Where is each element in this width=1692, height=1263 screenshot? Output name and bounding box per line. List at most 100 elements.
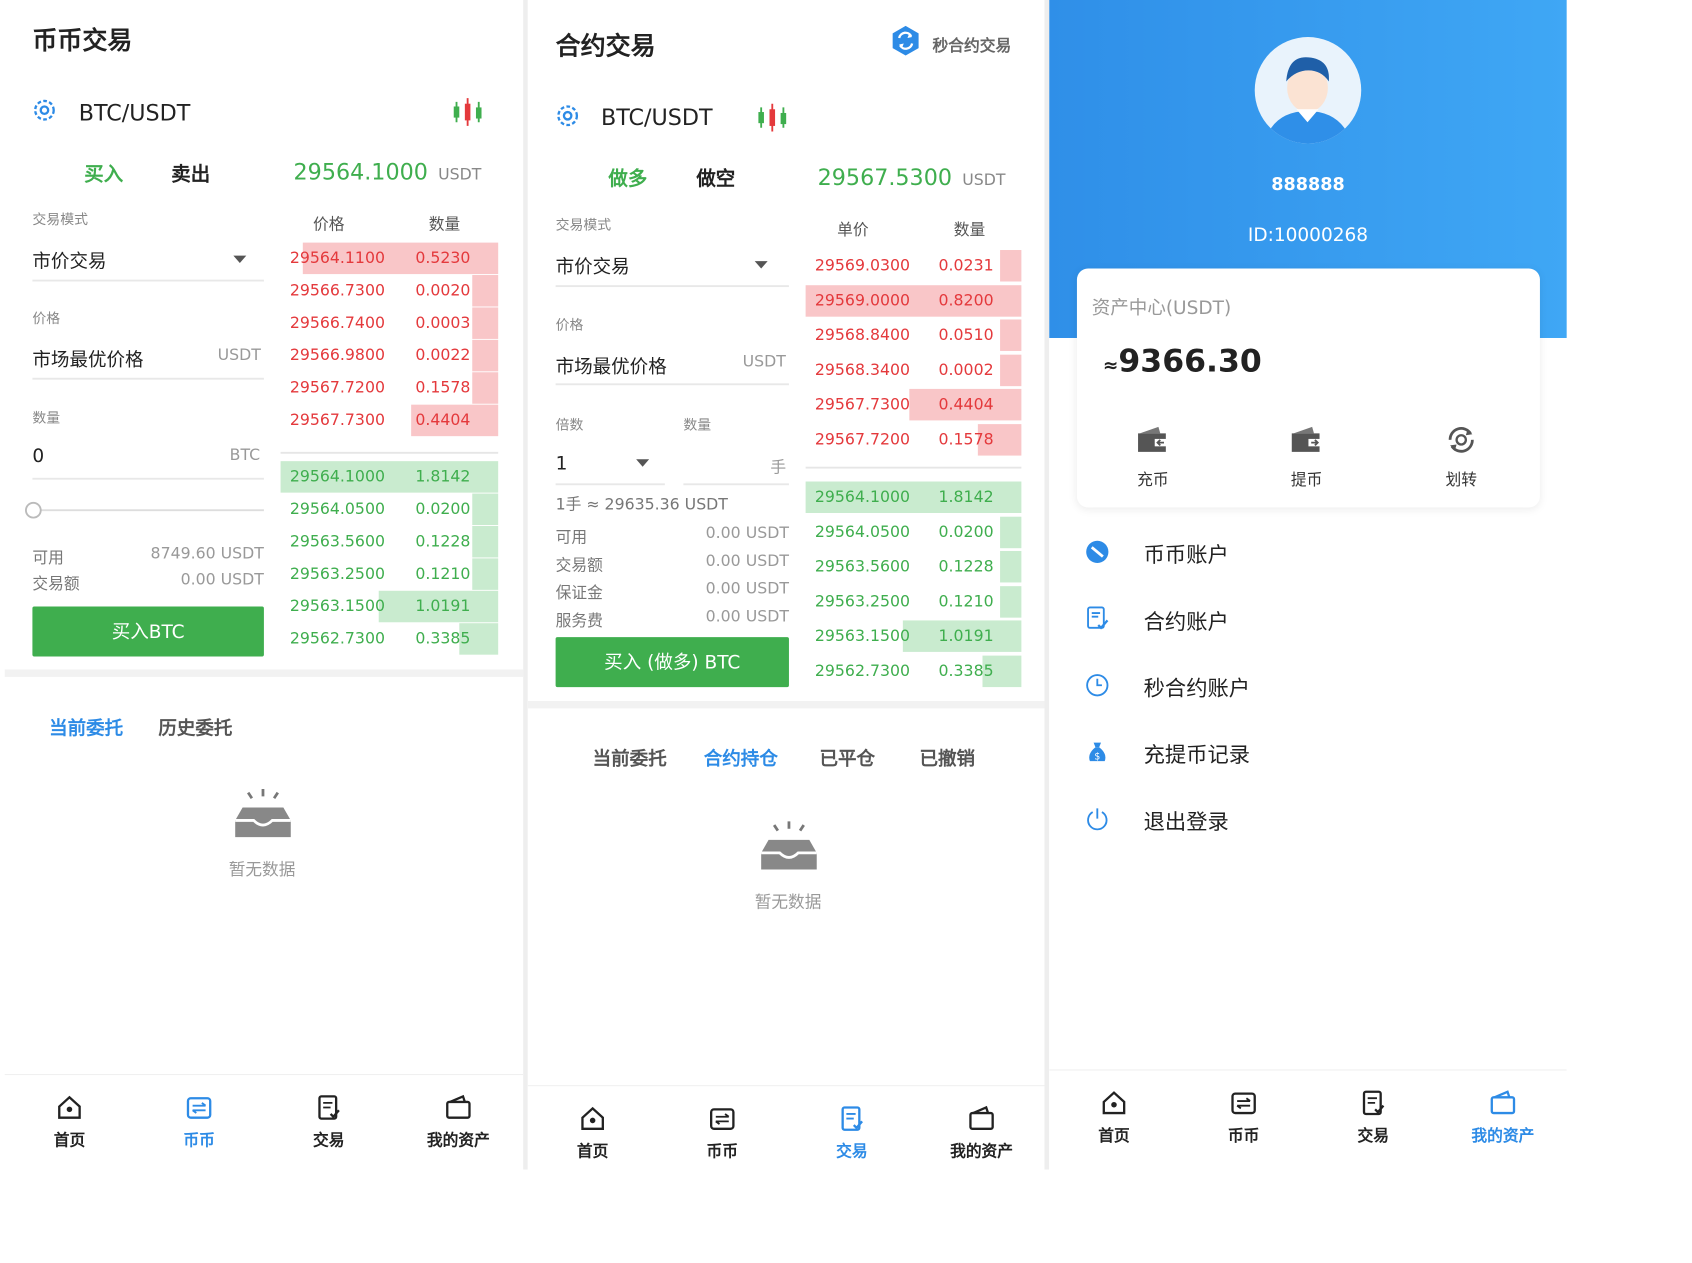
dropdown-arrow-icon[interactable]	[754, 261, 768, 269]
order-qty: 0.8200	[938, 291, 994, 310]
nav-spot[interactable]: 币币	[1197, 1089, 1290, 1145]
bid-row[interactable]: 29563.1500 1.0191	[281, 590, 499, 623]
bid-row[interactable]: 29563.5600 0.1228	[806, 550, 1022, 583]
order-price: 29564.1100	[289, 249, 385, 268]
price-unit: USDT	[742, 352, 786, 372]
candlestick-chart-icon[interactable]	[756, 102, 789, 133]
ask-row[interactable]: 29567.7300 0.4404	[806, 388, 1022, 421]
home-icon	[58, 1095, 81, 1119]
info-label: 保证金	[555, 584, 603, 603]
avatar[interactable]	[1254, 37, 1362, 144]
order-qty: 0.4404	[415, 411, 471, 430]
nav-assets[interactable]: 我的资产	[1457, 1089, 1550, 1145]
tab-long[interactable]: 做多	[608, 164, 647, 192]
long-submit-button[interactable]: 买入 (做多) BTC	[555, 637, 789, 688]
deposit-action[interactable]: 充币	[1107, 424, 1200, 490]
nav-assets[interactable]: 我的资产	[412, 1094, 505, 1150]
ask-row[interactable]: 29569.0300 0.0231	[806, 250, 1022, 282]
order-price: 29563.2500	[814, 592, 911, 611]
bid-row[interactable]: 29562.7300 0.3385	[281, 623, 499, 655]
order-price: 29567.7300	[814, 395, 911, 414]
trading-pair[interactable]: BTC/USDT	[601, 105, 713, 131]
order-qty: 0.3385	[415, 629, 471, 649]
ask-row[interactable]: 29569.0000 0.8200	[805, 284, 1022, 317]
slider-handle[interactable]	[25, 501, 42, 519]
ask-row[interactable]: 29566.7400 0.0003	[281, 307, 499, 339]
trading-pair[interactable]: BTC/USDT	[79, 100, 191, 126]
amount-slider[interactable]	[34, 509, 264, 512]
price-label: 价格	[555, 316, 584, 334]
withdraw-action[interactable]: 提币	[1260, 424, 1353, 490]
ask-row[interactable]: 29567.7200 0.1578	[281, 372, 499, 404]
tab-buy[interactable]: 买入	[84, 159, 123, 187]
user-avatar-icon	[1263, 57, 1352, 144]
leverage-select[interactable]: 1	[556, 452, 568, 474]
settings-gear-icon[interactable]	[554, 102, 582, 130]
bid-row[interactable]: 29563.1500 1.0191	[806, 620, 1022, 652]
candlestick-chart-icon[interactable]	[451, 96, 484, 127]
bid-row[interactable]: 29564.0500 0.0200	[281, 493, 499, 526]
nav-label: 交易	[312, 1131, 345, 1151]
nav-label: 我的资产	[950, 1142, 1014, 1162]
mode-select[interactable]: 市价交易	[556, 252, 630, 279]
depth-bar	[472, 307, 499, 339]
nav-spot[interactable]: 币币	[153, 1094, 246, 1150]
transfer-action[interactable]: 划转	[1415, 424, 1508, 490]
second-contract-link[interactable]: 秒合约交易	[932, 32, 1011, 56]
tab-current-orders[interactable]: 当前委托	[49, 713, 123, 740]
price-input[interactable]: 市场最优价格	[556, 352, 667, 379]
ask-row[interactable]: 29567.7200 0.1578	[806, 423, 1022, 456]
nav-home[interactable]: 首页	[546, 1105, 639, 1161]
ask-row[interactable]: 29566.7300 0.0020	[281, 275, 499, 307]
bid-row[interactable]: 29564.0500 0.0200	[806, 516, 1022, 548]
depth-bar	[472, 339, 499, 372]
depth-bar	[472, 493, 499, 526]
nav-label: 首页	[1098, 1126, 1130, 1146]
qty-input[interactable]	[683, 483, 789, 486]
price-input[interactable]: 市场最优价格	[32, 344, 143, 371]
switch-icon[interactable]	[889, 24, 922, 57]
order-qty: 0.0003	[415, 313, 471, 333]
nav-label: 首页	[576, 1142, 609, 1162]
tab-cancelled[interactable]: 已撤销	[920, 744, 976, 771]
bid-row[interactable]: 29563.2500 0.1210	[281, 558, 499, 590]
ask-row[interactable]: 29564.1100 0.5230	[281, 242, 499, 275]
nav-trade[interactable]: 交易	[806, 1105, 899, 1161]
dropdown-arrow-icon[interactable]	[233, 255, 247, 263]
buy-submit-button[interactable]: 买入BTC	[32, 606, 264, 657]
order-qty: 0.1210	[415, 564, 471, 584]
trade-doc-icon	[1362, 1090, 1385, 1116]
bid-row[interactable]: 29563.5600 0.1228	[281, 525, 499, 558]
mode-select[interactable]: 市价交易	[32, 246, 106, 273]
order-price: 29567.7300	[289, 411, 385, 430]
bid-row[interactable]: 29562.7300 0.3385	[806, 655, 1022, 687]
tab-closed[interactable]: 已平仓	[820, 744, 876, 771]
tab-short[interactable]: 做空	[696, 164, 735, 192]
bid-row[interactable]: 29564.1000 1.8142	[280, 461, 499, 493]
ask-row[interactable]: 29566.9800 0.0022	[281, 339, 499, 372]
nav-spot[interactable]: 币币	[676, 1105, 769, 1161]
qty-input[interactable]: 0	[32, 444, 44, 466]
orderbook-header-qty: 数量	[428, 215, 461, 235]
empty-inbox-icon	[235, 788, 291, 838]
ask-row[interactable]: 29568.8400 0.0510	[806, 319, 1022, 351]
bid-row[interactable]: 29563.2500 0.1210	[806, 585, 1022, 618]
dropdown-arrow-icon[interactable]	[636, 459, 650, 467]
settings-gear-icon[interactable]	[31, 96, 59, 124]
ask-row[interactable]: 29567.7300 0.4404	[281, 404, 499, 437]
nav-assets[interactable]: 我的资产	[935, 1105, 1028, 1161]
info-value: 0.00 USDT	[705, 579, 789, 599]
ask-row[interactable]: 29568.3400 0.0002	[806, 354, 1022, 386]
nav-home[interactable]: 首页	[23, 1094, 116, 1150]
nav-trade[interactable]: 交易	[282, 1094, 375, 1150]
bid-row[interactable]: 29564.1000 1.8142	[805, 481, 1022, 514]
tab-history-orders[interactable]: 历史委托	[158, 713, 232, 740]
qty-label: 数量	[32, 409, 61, 426]
menu-label: 合约账户	[1143, 610, 1229, 635]
tab-sell[interactable]: 卖出	[171, 159, 210, 187]
depth-bar	[999, 550, 1022, 583]
nav-home[interactable]: 首页	[1068, 1089, 1161, 1145]
tab-current-orders[interactable]: 当前委托	[593, 744, 667, 771]
tab-positions[interactable]: 合约持仓	[704, 744, 778, 771]
nav-trade[interactable]: 交易	[1327, 1089, 1420, 1145]
